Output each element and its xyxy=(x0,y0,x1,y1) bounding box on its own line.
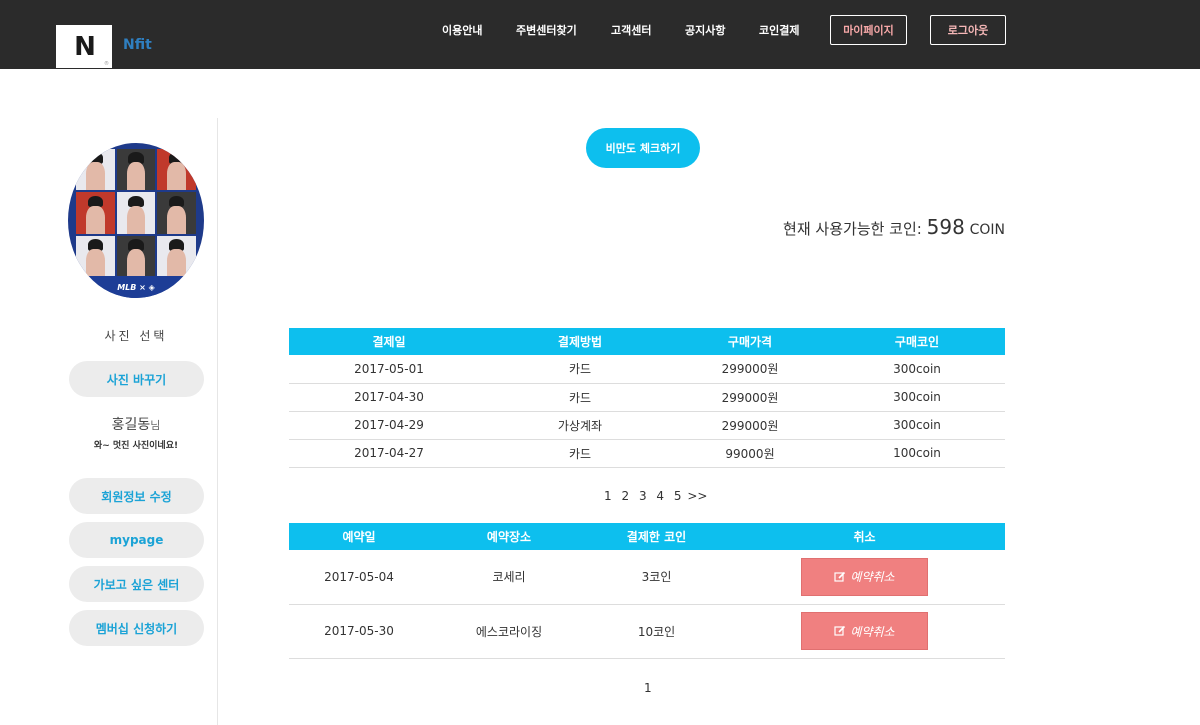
col-res-coins: 결제한 코인 xyxy=(589,523,724,550)
photo-banner: MLB × ◈ xyxy=(68,276,204,298)
available-coin: 현재 사용가능한 코인: 598 COIN xyxy=(783,215,1005,239)
reservation-table: 예약일 예약장소 결제한 코인 취소 2017-05-04 코세리 3코인 예약… xyxy=(289,523,1005,659)
membership-apply-button[interactable]: 멤버십 신청하기 xyxy=(69,610,204,646)
payment-pagination: 1 2 3 4 5 >> xyxy=(604,489,713,503)
profile-photo: MLB × ◈ xyxy=(68,143,204,298)
page-link[interactable]: 2 xyxy=(621,489,629,503)
next-page-link[interactable]: >> xyxy=(687,489,707,503)
col-price: 구매가격 xyxy=(671,328,829,355)
user-message: 와~ 멋진 사진이네요! xyxy=(93,441,179,451)
nav-notice[interactable]: 공지사항 xyxy=(685,22,725,38)
col-pay-method: 결제방법 xyxy=(489,328,671,355)
page-link[interactable]: 1 xyxy=(644,681,652,695)
logout-button[interactable]: 로그아웃 xyxy=(930,15,1006,45)
page-link[interactable]: 4 xyxy=(656,489,664,503)
reservation-pagination: 1 xyxy=(644,681,652,695)
brand-name[interactable]: Nfit xyxy=(123,37,152,53)
col-res-date: 예약일 xyxy=(289,523,429,550)
mypage-button[interactable]: 마이페이지 xyxy=(830,15,907,45)
top-header: N ® Nfit 이용안내 주변센터찾기 고객센터 공지사항 코인결제 마이페이… xyxy=(0,0,1200,69)
logo-mark: N xyxy=(74,31,96,62)
page-link[interactable]: 1 xyxy=(604,489,612,503)
bmi-check-button[interactable]: 비만도 체크하기 xyxy=(586,128,700,168)
nav-coin-payment[interactable]: 코인결제 xyxy=(759,22,799,38)
col-cancel: 취소 xyxy=(724,523,1005,550)
wishlist-center-button[interactable]: 가보고 싶은 센터 xyxy=(69,566,204,602)
nav-guide[interactable]: 이용안내 xyxy=(442,22,482,38)
sidebar-divider xyxy=(217,118,218,725)
table-row: 2017-04-27 카드 99000원 100coin xyxy=(289,439,1005,468)
table-row: 2017-05-04 코세리 3코인 예약취소 xyxy=(289,550,1005,605)
cancel-reservation-button[interactable]: 예약취소 xyxy=(801,557,928,596)
user-name: 홍길동님 xyxy=(111,417,161,433)
table-row: 2017-04-30 카드 299000원 300coin xyxy=(289,383,1005,412)
page-link[interactable]: 3 xyxy=(639,489,647,503)
mypage-sidebar-button[interactable]: mypage xyxy=(69,522,204,558)
nav-customer-center[interactable]: 고객센터 xyxy=(611,22,651,38)
change-photo-button[interactable]: 사진 바꾸기 xyxy=(69,361,204,397)
logo[interactable]: N ® xyxy=(56,25,112,68)
col-pay-date: 결제일 xyxy=(289,328,489,355)
table-row: 2017-04-29 가상계좌 299000원 300coin xyxy=(289,411,1005,440)
edit-icon xyxy=(834,571,846,582)
photo-select-label[interactable]: 사진 선택 xyxy=(68,327,204,344)
col-res-place: 예약장소 xyxy=(429,523,589,550)
nav-find-center[interactable]: 주변센터찾기 xyxy=(516,22,577,38)
page-link[interactable]: 5 xyxy=(674,489,682,503)
table-row: 2017-05-01 카드 299000원 300coin xyxy=(289,355,1005,384)
col-coins: 구매코인 xyxy=(829,328,1005,355)
cancel-reservation-button[interactable]: 예약취소 xyxy=(801,612,928,650)
table-row: 2017-05-30 에스코라이징 10코인 예약취소 xyxy=(289,604,1005,659)
edit-icon xyxy=(834,625,846,636)
coin-value: 598 xyxy=(926,215,965,239)
edit-member-button[interactable]: 회원정보 수정 xyxy=(69,478,204,514)
payment-table: 결제일 결제방법 구매가격 구매코인 2017-05-01 카드 299000원… xyxy=(289,328,1005,468)
